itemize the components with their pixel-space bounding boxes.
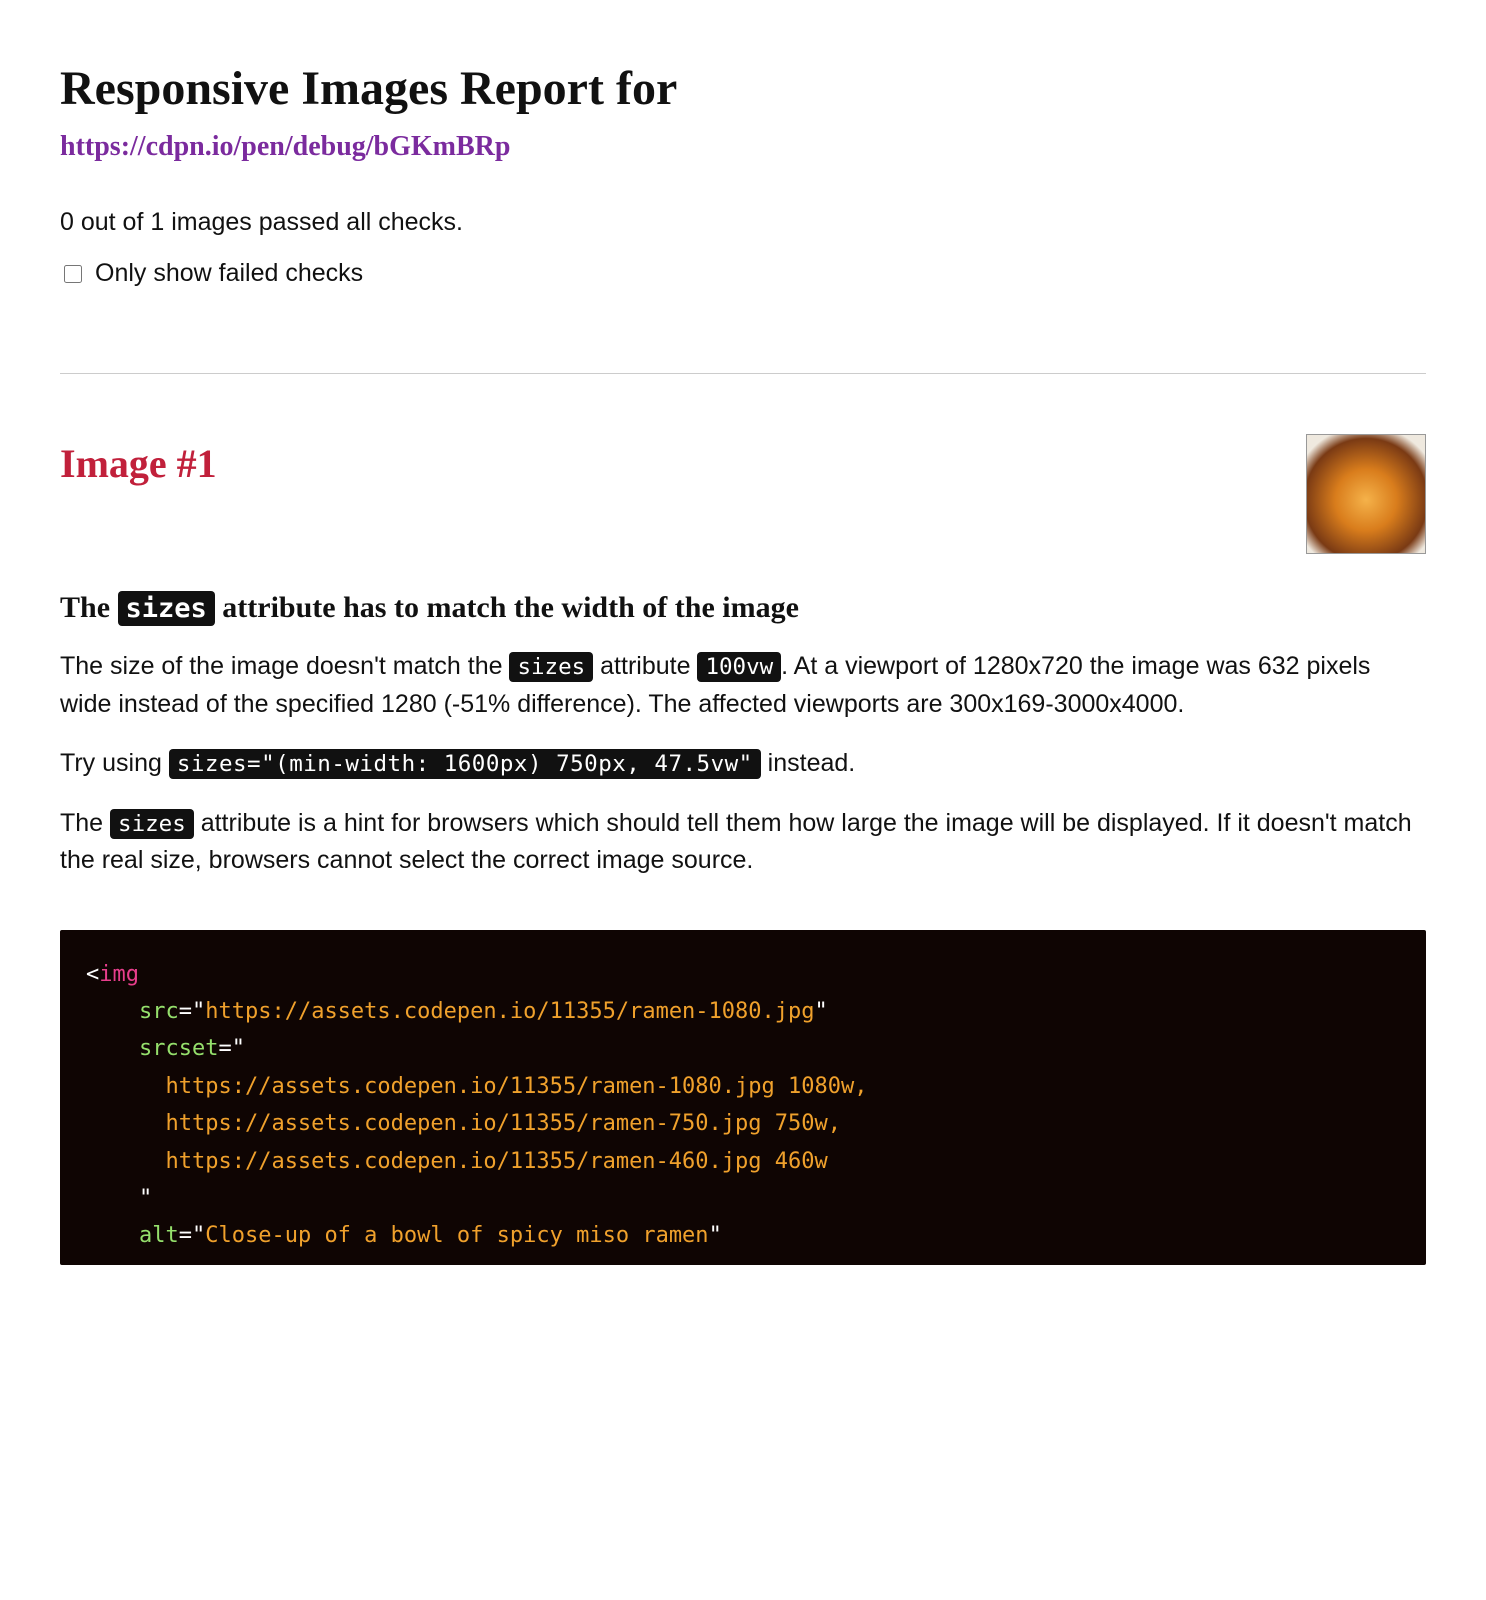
check-title-pre: The (60, 591, 118, 624)
p2-text-b: instead. (761, 749, 856, 777)
filter-row[interactable]: Only show failed checks (60, 255, 1426, 293)
check-paragraph-1: The size of the image doesn't match the … (60, 648, 1426, 723)
check-paragraph-2: Try using sizes="(min-width: 1600px) 750… (60, 745, 1426, 783)
page-title: Responsive Images Report for (60, 60, 1426, 118)
sizes-code-chip: sizes (110, 809, 194, 839)
code-attr: srcset (139, 1036, 218, 1061)
summary-text: 0 out of 1 images passed all checks. (60, 204, 1426, 242)
code-attr: src (139, 999, 179, 1024)
p3-text-a: The (60, 809, 110, 837)
code-punct: =" (218, 1036, 245, 1061)
code-string: https://assets.codepen.io/11355/ramen-10… (205, 999, 814, 1024)
hundredvw-code-chip: 100vw (697, 652, 781, 682)
code-attr: alt (139, 1223, 179, 1248)
code-punct: =" (179, 999, 206, 1024)
code-string: Close-up of a bowl of spicy miso ramen (205, 1223, 708, 1248)
sizes-code-chip: sizes (509, 652, 593, 682)
check-paragraph-3: The sizes attribute is a hint for browse… (60, 805, 1426, 880)
image-thumbnail (1306, 434, 1426, 554)
code-string: https://assets.codepen.io/11355/ramen-75… (165, 1111, 841, 1136)
report-url-link[interactable]: https://cdpn.io/pen/debug/bGKmBRp (60, 131, 510, 162)
sizes-code-chip: sizes (118, 591, 215, 626)
p3-text-b: attribute is a hint for browsers which s… (60, 809, 1412, 875)
code-punct: " (815, 999, 828, 1024)
p2-text-a: Try using (60, 749, 169, 777)
code-punct: < (86, 962, 99, 987)
code-block: <img src="https://assets.codepen.io/1135… (60, 930, 1426, 1265)
code-punct: " (709, 1223, 722, 1248)
check-title: The sizes attribute has to match the wid… (60, 588, 1426, 629)
p1-text-a: The size of the image doesn't match the (60, 652, 509, 680)
p1-text-b: attribute (593, 652, 697, 680)
section-divider (60, 373, 1426, 374)
code-punct: =" (179, 1223, 206, 1248)
code-string: https://assets.codepen.io/11355/ramen-10… (165, 1074, 867, 1099)
code-string: https://assets.codepen.io/11355/ramen-46… (165, 1149, 827, 1174)
check-title-post: attribute has to match the width of the … (215, 591, 799, 624)
only-failed-checkbox[interactable] (64, 265, 82, 283)
code-punct: " (139, 1186, 152, 1211)
image-heading: Image #1 (60, 434, 217, 494)
code-tag: img (99, 962, 139, 987)
only-failed-label: Only show failed checks (95, 255, 363, 293)
image-heading-link[interactable]: Image #1 (60, 434, 217, 494)
suggested-sizes-code-chip: sizes="(min-width: 1600px) 750px, 47.5vw… (169, 749, 761, 779)
